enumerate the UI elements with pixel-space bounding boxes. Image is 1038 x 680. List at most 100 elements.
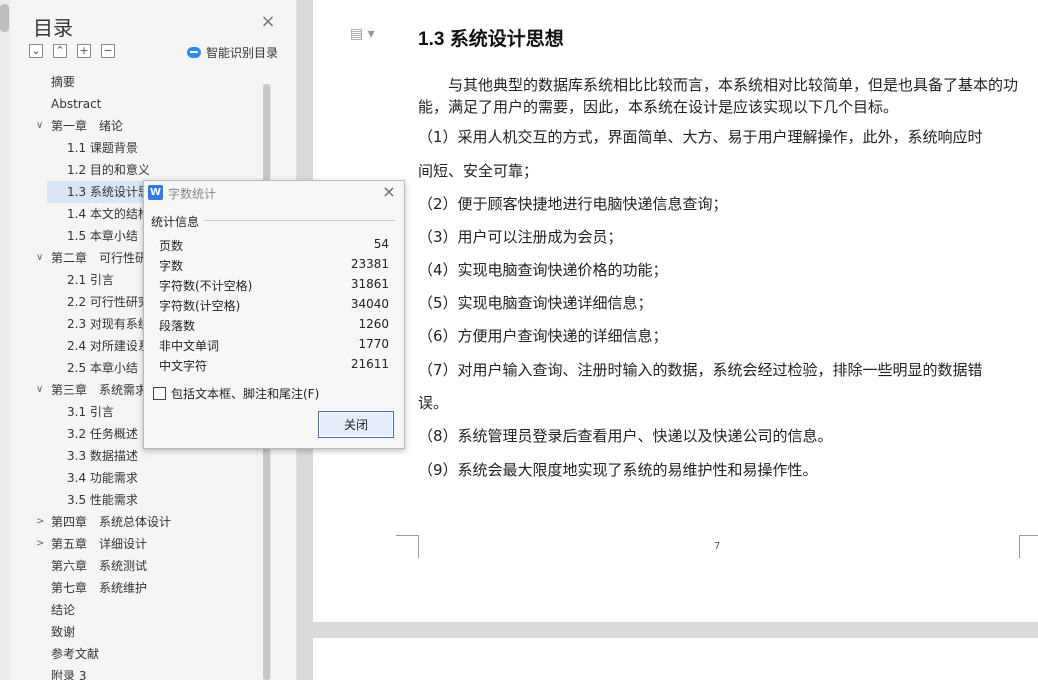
page-corner-mark [396, 535, 419, 558]
stat-value: 21611 [350, 357, 389, 371]
goal-line: （3）用户可以注册成为会员； [418, 228, 623, 246]
include-textbox-label[interactable]: 包括文本框、脚注和尾注(F) [171, 385, 319, 402]
goal-line: 误。 [418, 394, 449, 412]
toc-item-label: Abstract [51, 97, 102, 111]
toc-item-label: 第三章 系统需求 [51, 383, 148, 397]
chevron-down-icon[interactable]: ∨ [36, 379, 46, 401]
close-icon[interactable]: × [380, 183, 398, 201]
close-icon[interactable]: × [259, 13, 277, 31]
include-textbox-checkbox[interactable] [153, 387, 166, 400]
toc-item-label: 参考文献 [51, 647, 100, 661]
goal-line: （5）实现电脑查询快递详细信息； [418, 294, 653, 312]
toc-item-label: 1.2 目的和意义 [67, 163, 150, 177]
remove-icon[interactable]: − [101, 44, 115, 58]
toc-item-label: 2.2 可行性研究 [67, 295, 150, 309]
stat-value: 23381 [350, 257, 389, 271]
goal-line: （2）便于顾客快捷地进行电脑快递信息查询； [418, 195, 728, 213]
toc-item[interactable]: 附录 3 [27, 665, 282, 680]
dialog-titlebar[interactable]: W 字数统计 × [144, 181, 404, 205]
section-heading: 1.3 系统设计思想 [418, 29, 564, 50]
stat-value: 34040 [350, 297, 389, 311]
toc-item[interactable]: 第六章 系统测试 [27, 555, 282, 577]
toc-item-label: 2.3 对现有系统 [67, 317, 150, 331]
chevron-down-icon[interactable]: ∨ [36, 115, 46, 137]
toc-item-label: 第五章 详细设计 [51, 537, 148, 551]
stat-label: 字符数(计空格) [159, 299, 241, 313]
dialog-title: 字数统计 [168, 187, 217, 201]
stat-row: 字符数(不计空格) 31861 [159, 277, 389, 297]
chevron-right-icon[interactable]: > [36, 511, 46, 533]
add-icon[interactable]: + [77, 44, 91, 58]
stat-row: 中文字符 21611 [159, 357, 389, 377]
document-icon[interactable]: ▤ ▾ [350, 26, 375, 42]
stat-row: 字数 23381 [159, 257, 389, 277]
stat-row: 非中文单词 1770 [159, 337, 389, 357]
document-page-next[interactable] [313, 638, 1038, 680]
stat-value: 1260 [358, 317, 389, 331]
toc-item-label: 2.5 本章小结 [67, 361, 138, 375]
toc-item-label: 1.4 本文的结构 [67, 207, 150, 221]
toc-item-label: 3.5 性能需求 [67, 493, 138, 507]
smart-toc-icon [187, 47, 201, 58]
page-number: 7 [714, 541, 721, 552]
outer-scrollbar[interactable] [0, 0, 10, 680]
stat-label: 非中文单词 [159, 339, 220, 353]
toc-item-label: 摘要 [51, 75, 76, 89]
close-button[interactable]: 关闭 [318, 411, 394, 438]
toc-item[interactable]: 1.2 目的和意义 [27, 159, 282, 181]
stat-row: 页数 54 [159, 237, 389, 257]
intro-paragraph: 与其他典型的数据库系统相比比较而言，本系统相对比较简单，但是也具备了基本的功能，… [418, 76, 1019, 116]
stat-label: 段落数 [159, 319, 196, 333]
wps-logo-icon: W [148, 185, 163, 200]
toc-item-label: 第七章 系统维护 [51, 581, 148, 595]
toc-title: 目录 [33, 16, 73, 40]
toc-item-label: 第四章 系统总体设计 [51, 515, 172, 529]
toc-item-label: 1.3 系统设计思 [67, 185, 150, 199]
collapse-icon[interactable]: ⌄ [29, 44, 43, 58]
toc-item[interactable]: ∨ 第一章 绪论 [27, 115, 282, 137]
stat-label: 字符数(不计空格) [159, 279, 253, 293]
toc-item-label: 3.3 数据描述 [67, 449, 138, 463]
toc-item[interactable]: > 第五章 详细设计 [27, 533, 282, 555]
stat-label: 字数 [159, 259, 184, 273]
toc-item[interactable]: Abstract [27, 93, 282, 115]
stat-value: 54 [373, 237, 389, 251]
stat-label: 中文字符 [159, 359, 208, 373]
stat-label: 页数 [159, 239, 184, 253]
toc-item[interactable]: 第七章 系统维护 [27, 577, 282, 599]
toc-item[interactable]: 3.5 性能需求 [27, 489, 282, 511]
goal-line: （9）系统会最大限度地实现了系统的易维护性和易操作性。 [418, 461, 818, 479]
chevron-right-icon[interactable]: > [36, 533, 46, 555]
goal-line: （1）采用人机交互的方式，界面简单、大方、易于用户理解操作，此外，系统响应时 [418, 128, 983, 146]
toc-item-label: 第一章 绪论 [51, 119, 124, 133]
goal-line: （4）实现电脑查询快递价格的功能； [418, 261, 668, 279]
toc-item[interactable]: > 第四章 系统总体设计 [27, 511, 282, 533]
stats-group-label: 统计信息 [151, 215, 200, 229]
stat-row: 段落数 1260 [159, 317, 389, 337]
goal-line: 间短、安全可靠； [418, 162, 539, 180]
stat-row: 字符数(计空格) 34040 [159, 297, 389, 317]
toc-item[interactable]: 结论 [27, 599, 282, 621]
toc-item[interactable]: 1.1 课题背景 [27, 137, 282, 159]
stat-value: 1770 [358, 337, 389, 351]
toc-item-label: 结论 [51, 603, 76, 617]
toc-item-label: 2.4 对所建设系 [67, 339, 150, 353]
toc-item[interactable]: 致谢 [27, 621, 282, 643]
stat-value: 31861 [350, 277, 389, 291]
toc-item-label: 2.1 引言 [67, 273, 114, 287]
goal-line: （8）系统管理员登录后查看用户、快递以及快递公司的信息。 [418, 427, 833, 445]
goal-line: （7）对用户输入查询、注册时输入的数据，系统会经过检验，排除一些明显的数据错 [418, 361, 983, 379]
expand-icon[interactable]: ⌃ [53, 44, 67, 58]
smart-toc-button[interactable]: 智能识别目录 [187, 44, 278, 61]
divider [204, 220, 395, 221]
toc-item-label: 1.1 课题背景 [67, 141, 138, 155]
word-count-dialog: W 字数统计 × 统计信息 页数 54 字数 23381 字符数(不计空格) 31861 字… [143, 180, 405, 449]
toc-item[interactable]: 3.4 功能需求 [27, 467, 282, 489]
outer-scrollbar-thumb[interactable] [0, 4, 9, 32]
toc-item-label: 3.4 功能需求 [67, 471, 138, 485]
toc-item[interactable]: 参考文献 [27, 643, 282, 665]
chevron-down-icon[interactable]: ∨ [36, 247, 46, 269]
toc-item[interactable]: 摘要 [27, 71, 282, 93]
toc-item-label: 第六章 系统测试 [51, 559, 148, 573]
goal-line: （6）方便用户查询快递的详细信息； [418, 327, 668, 345]
